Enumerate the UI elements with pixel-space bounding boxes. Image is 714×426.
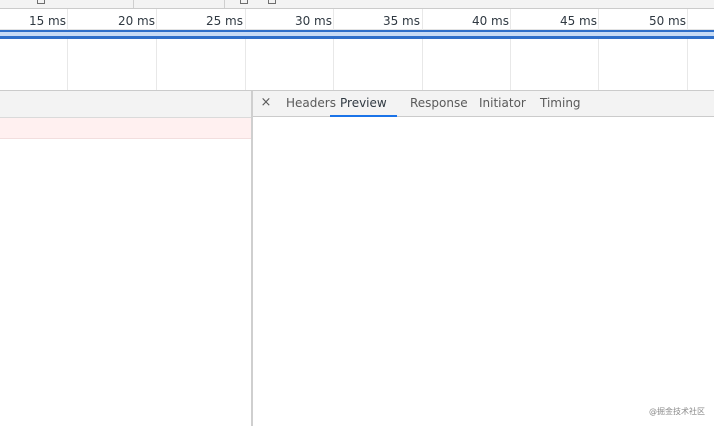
- tab-response[interactable]: Response: [410, 91, 468, 116]
- toolbar-icon[interactable]: [37, 0, 45, 4]
- toolbar-icon[interactable]: [268, 0, 276, 4]
- tab-initiator[interactable]: Initiator: [479, 91, 526, 116]
- preview-content: [253, 117, 714, 426]
- toolbar-icon[interactable]: [240, 0, 248, 4]
- gridline: [333, 9, 334, 90]
- toolbar-separator: [224, 0, 225, 8]
- timeline-tick-label: 30 ms: [294, 14, 332, 28]
- timeline-tick-label: 40 ms: [471, 14, 509, 28]
- details-tab-strip: × Headers Preview Response Initiator Tim…: [253, 91, 714, 117]
- timeline-tick-label: 25 ms: [205, 14, 243, 28]
- gridline: [598, 9, 599, 90]
- request-list-header: [0, 91, 251, 118]
- waterfall-bar: [0, 36, 714, 39]
- gridline: [156, 9, 157, 90]
- gridline: [687, 9, 688, 90]
- tab-preview[interactable]: Preview: [330, 91, 397, 117]
- timeline-tick-label: 15 ms: [28, 14, 66, 28]
- network-toolbar: [0, 0, 714, 9]
- gridline: [422, 9, 423, 90]
- timeline-ruler: [0, 9, 714, 30]
- timeline-overview[interactable]: 15 ms 20 ms 25 ms 30 ms 35 ms 40 ms 45 m…: [0, 9, 714, 90]
- watermark: @掘金技术社区: [649, 407, 705, 416]
- request-row-selected[interactable]: [0, 118, 251, 139]
- timeline-tick-label: 45 ms: [559, 14, 597, 28]
- toolbar-separator: [133, 0, 134, 8]
- request-list-pane[interactable]: [0, 91, 251, 426]
- tab-timing[interactable]: Timing: [540, 91, 581, 116]
- close-details-button[interactable]: ×: [259, 95, 273, 111]
- timeline-tick-label: 20 ms: [117, 14, 155, 28]
- timeline-tick-label: 50 ms: [648, 14, 686, 28]
- gridline: [510, 9, 511, 90]
- request-details-pane: × Headers Preview Response Initiator Tim…: [253, 91, 714, 426]
- timeline-tick-label: 35 ms: [382, 14, 420, 28]
- gridline: [245, 9, 246, 90]
- tab-headers[interactable]: Headers: [286, 91, 336, 116]
- gridline: [67, 9, 68, 90]
